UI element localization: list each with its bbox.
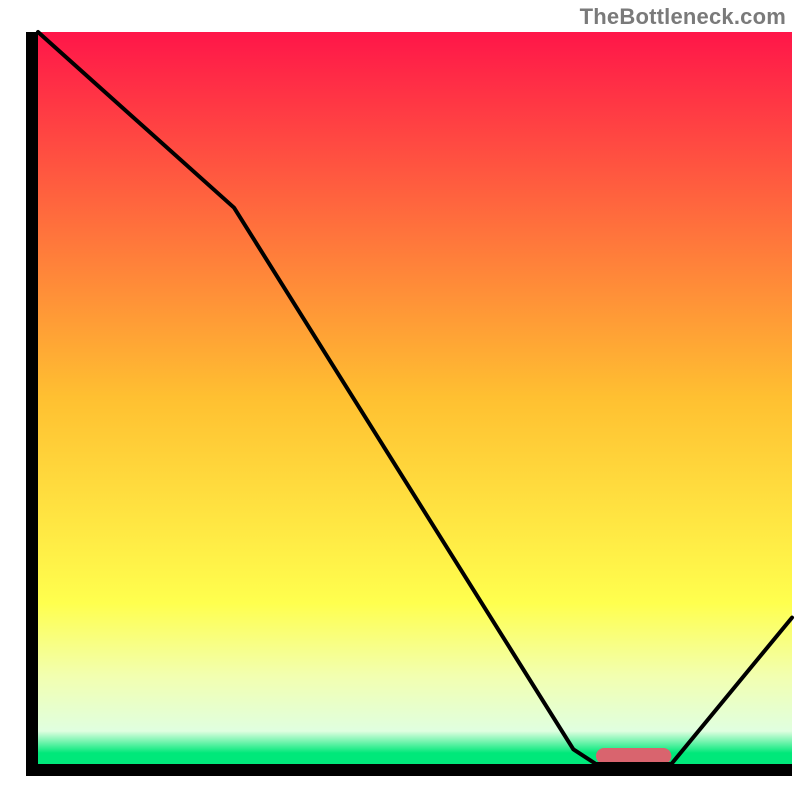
- chart-frame: TheBottleneck.com: [0, 0, 800, 800]
- optimal-marker: [596, 748, 671, 764]
- plot-background: [38, 32, 792, 764]
- attribution-label: TheBottleneck.com: [580, 4, 786, 30]
- bottleneck-chart: [0, 0, 800, 800]
- x-axis: [26, 764, 792, 776]
- y-axis: [26, 32, 38, 776]
